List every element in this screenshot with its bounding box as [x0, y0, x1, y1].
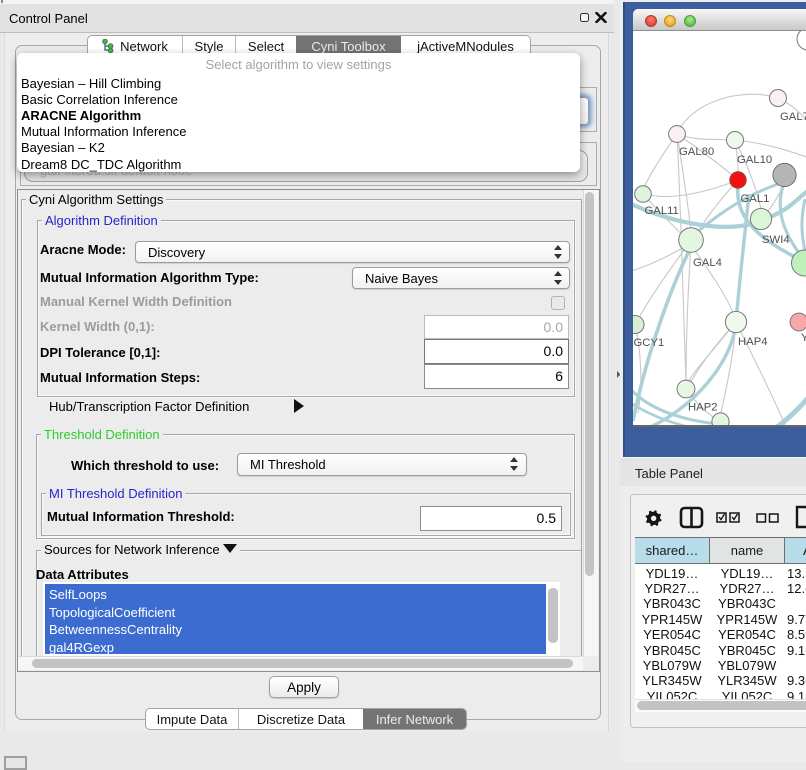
svg-text:GAL4: GAL4 [693, 257, 722, 269]
svg-text:GCY1: GCY1 [634, 337, 665, 349]
svg-text:YM: YM [801, 332, 806, 344]
svg-text:SWI4: SWI4 [762, 234, 790, 246]
svg-text:GAL11: GAL11 [645, 205, 679, 217]
svg-text:HAP4: HAP4 [738, 336, 768, 348]
svg-text:HAP2: HAP2 [688, 402, 718, 414]
svg-text:GAL7: GAL7 [780, 111, 806, 123]
svg-text:GAL1: GAL1 [741, 193, 770, 205]
svg-text:GAL10: GAL10 [737, 154, 772, 166]
svg-text:GAL80: GAL80 [679, 146, 714, 158]
